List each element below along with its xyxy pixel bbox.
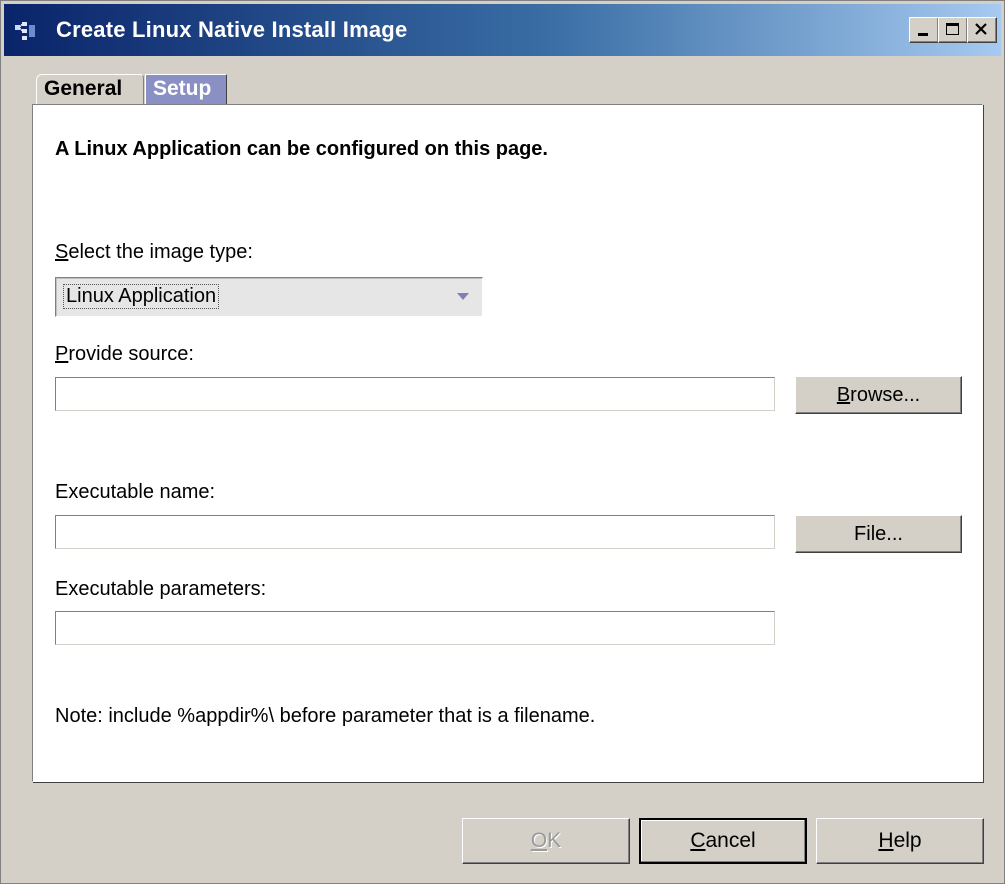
filename-note: Note: include %appdir%\ before parameter… (55, 705, 596, 727)
executable-params-label: Executable parameters: (55, 578, 267, 600)
browse-button[interactable]: Browse... (795, 376, 962, 414)
dialog-window: Create Linux Native Install Image Genera… (0, 0, 1005, 884)
close-button[interactable] (967, 17, 997, 43)
image-type-select[interactable]: Linux Application (55, 277, 483, 317)
executable-name-label: Executable name: (55, 481, 216, 503)
browse-label: rowse... (850, 384, 921, 406)
title-bar[interactable]: Create Linux Native Install Image (4, 4, 1001, 56)
help-button[interactable]: Help (816, 818, 984, 864)
help-label: elp (893, 829, 922, 852)
image-type-mnemonic: S (55, 241, 69, 263)
image-type-label-text: elect the image type: (68, 241, 253, 263)
image-type-label: Select the image type: (55, 241, 253, 264)
source-field[interactable] (55, 377, 775, 411)
window-title: Create Linux Native Install Image (56, 17, 408, 42)
file-button[interactable]: File... (795, 515, 962, 553)
browse-mnemonic: B (836, 384, 851, 406)
source-input[interactable] (56, 378, 774, 410)
tab-setup[interactable]: Setup (145, 74, 227, 104)
ok-mnemonic: O (530, 829, 548, 852)
executable-name-field[interactable] (55, 515, 775, 549)
maximize-icon (946, 23, 959, 35)
cancel-label: ancel (705, 829, 756, 852)
minimize-icon (918, 33, 928, 36)
executable-params-input[interactable] (56, 612, 774, 644)
help-mnemonic: H (878, 829, 894, 852)
dropdown-arrow-icon[interactable] (456, 292, 470, 301)
ok-button[interactable]: OK (462, 818, 630, 864)
source-mnemonic: P (55, 343, 69, 365)
cancel-button[interactable]: Cancel (639, 818, 807, 864)
executable-params-field[interactable] (55, 611, 775, 645)
minimize-button[interactable] (909, 17, 939, 43)
cancel-mnemonic: C (690, 829, 706, 852)
tab-general[interactable]: General (36, 74, 144, 104)
image-type-selected-value: Linux Application (62, 284, 220, 309)
executable-name-input[interactable] (56, 516, 774, 548)
source-label: Provide source: (55, 343, 194, 366)
close-icon (975, 23, 987, 35)
maximize-button[interactable] (938, 17, 968, 43)
page-heading: A Linux Application can be configured on… (55, 138, 548, 160)
ok-label: K (547, 829, 562, 852)
general-tab-panel: A Linux Application can be configured on… (32, 104, 983, 782)
source-label-text: rovide source: (68, 343, 194, 365)
app-network-icon (15, 22, 35, 40)
